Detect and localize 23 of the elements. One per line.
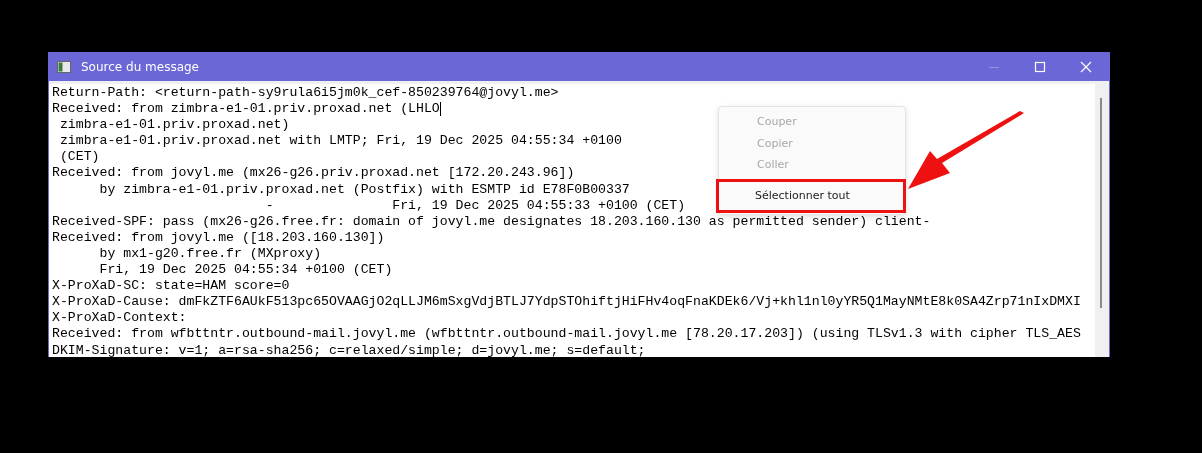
header-line: (CET) — [58, 149, 100, 166]
header-line: by zimbra-e1-01.priv.proxad.net (Postfix) with ESMTP id E78F0B00337 — [98, 181, 630, 198]
header-line: Received: from wfbttntr.outbound-mail.jovyl.me (wfbttntr.outbound-mail.jovyl.me [78.20.17.203]) (using TLSv1.3 with cipher TLS_AES — [52, 326, 1081, 343]
maximize-icon — [1034, 61, 1046, 73]
header-line: Received: from jovyl.me (mx26-g26.priv.proxad.net [172.20.243.96]) — [52, 165, 575, 182]
menu-item[interactable]: Sélectionner tout — [719, 181, 903, 210]
header-line: by mx1-g20.free.fr (MXproxy) — [98, 245, 322, 263]
header-line: DKIM-Signature: v=1; a=rsa-sha256; c=relaxed/simple; d=jovyl.me; s=default; — [52, 342, 646, 357]
header-line: X-ProXaD-Cause: dmFkZTF6AUkF513pc65OVAAGjO2qLLJM6mSxgVdjBTLJ7YdpSTOhiftjHiFHv4oqFnaKDEk6/Vj+khl1nl0yYR5Q1MayNMtE8k0SA4Zrp71nIxDMXI — [52, 294, 1081, 311]
header-line: Return-Path: <return-path-sy9rula6i5jm0k_cef-850239764@jovyl.me> — [52, 85, 559, 102]
header-line: zimbra-e1-01.priv.proxad.net) — [58, 117, 290, 134]
close-icon — [1080, 61, 1092, 73]
vertical-scrollbar[interactable] — [1095, 84, 1109, 357]
header-line: Received-SPF: pass (mx26-g26.free.fr: domain of jovyl.me designates 18.203.160.130 as permitted sender) client- — [52, 213, 931, 230]
header-line: X-ProXaD-SC: state=HAM score=0 — [52, 278, 290, 295]
header-line: Fri, 19 Dec 2025 04:55:34 +0100 (CET) — [98, 262, 393, 279]
window-icon — [57, 61, 71, 73]
header-line: Received: from zimbra-e1-01.priv.proxad.net (LHLO — [52, 101, 440, 118]
header-line: zimbra-e1-01.priv.proxad.net with LMTP; Fri, 19 Dec 2025 04:55:34 +0100 — [58, 133, 622, 150]
header-line: - Fri, 19 Dec 2025 04:55:33 +0100 (CET) — [264, 197, 686, 214]
header-line: X-ProXaD-Context: — [52, 310, 187, 327]
window-title: Source du message — [81, 60, 199, 74]
header-line: Received: from jovyl.me ([18.203.160.130]) — [52, 229, 385, 246]
